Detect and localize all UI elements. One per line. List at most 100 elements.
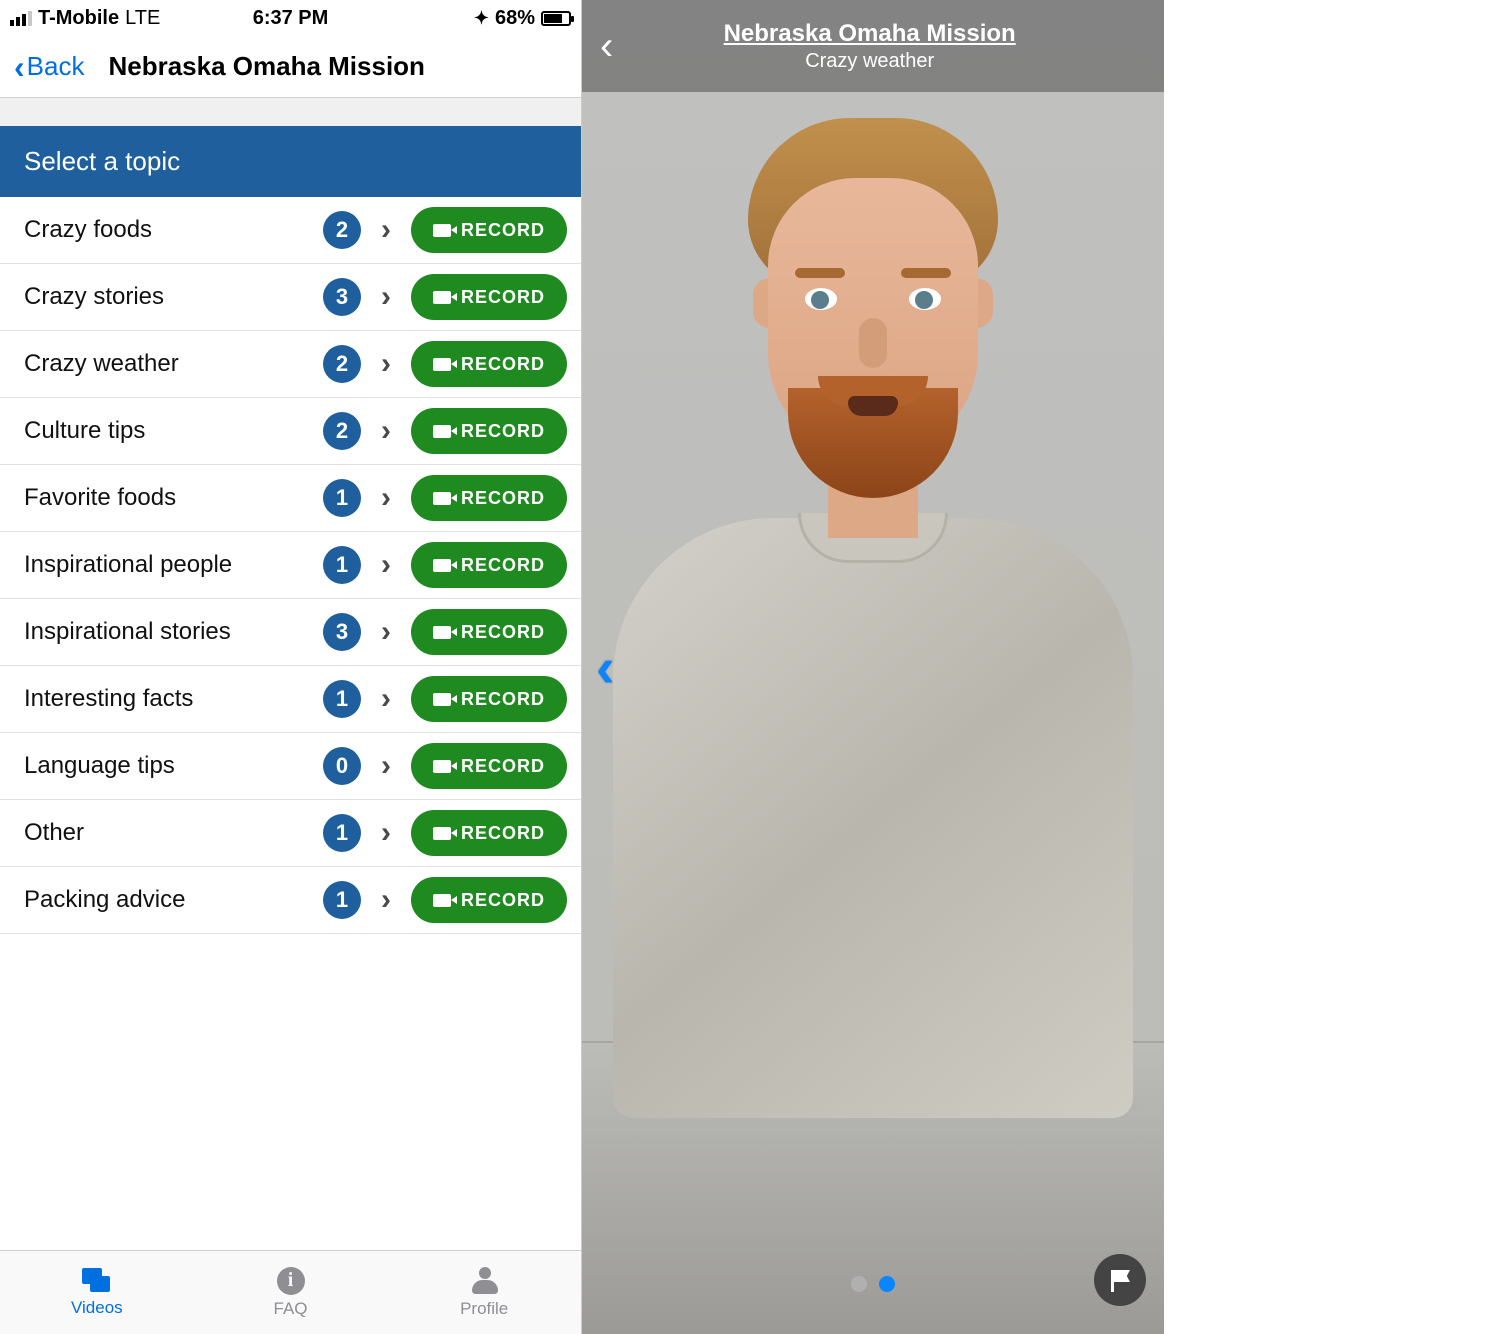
topic-row[interactable]: Culture tips 2 › RECORD xyxy=(0,398,581,465)
section-header: Select a topic xyxy=(0,126,581,197)
network-label: LTE xyxy=(125,7,160,30)
topics-screen: T-Mobile LTE 6:37 PM ✦ 68% ‹ Back Nebras… xyxy=(0,0,582,1334)
record-button[interactable]: RECORD xyxy=(411,877,567,923)
page-dot-1[interactable] xyxy=(879,1276,895,1292)
topic-label: Culture tips xyxy=(24,417,307,445)
bluetooth-icon: ✦ xyxy=(474,8,489,29)
record-button[interactable]: RECORD xyxy=(411,207,567,253)
video-header: ‹ Nebraska Omaha Mission Crazy weather xyxy=(582,0,1164,92)
camera-icon xyxy=(433,291,451,304)
topic-row[interactable]: Language tips0›RECORD xyxy=(0,733,581,800)
clock: 6:37 PM xyxy=(197,7,384,30)
signal-icon xyxy=(10,11,32,26)
carrier-label: T-Mobile xyxy=(38,7,119,30)
page-dot-0[interactable] xyxy=(851,1276,867,1292)
record-label: RECORD xyxy=(461,622,545,643)
record-label: RECORD xyxy=(461,890,545,911)
back-label: Back xyxy=(27,51,85,82)
camera-icon xyxy=(433,693,451,706)
topic-label: Inspirational stories xyxy=(24,618,307,646)
record-button[interactable]: RECORD xyxy=(411,609,567,655)
battery-percent: 68% xyxy=(495,7,535,30)
record-label: RECORD xyxy=(461,756,545,777)
record-button[interactable]: RECORD xyxy=(411,676,567,722)
count-badge: 0 xyxy=(323,747,361,785)
tab-faq[interactable]: i FAQ xyxy=(194,1251,388,1334)
person-placeholder xyxy=(613,118,1133,1098)
prev-video-button[interactable]: ‹ xyxy=(596,635,615,700)
video-frame[interactable] xyxy=(582,0,1164,1334)
chevron-right-icon: › xyxy=(377,816,395,850)
count-badge: 2 xyxy=(323,412,361,450)
topic-label: Other xyxy=(24,819,307,847)
tab-faq-label: FAQ xyxy=(274,1299,308,1319)
page-title: Nebraska Omaha Mission xyxy=(108,51,424,82)
camera-icon xyxy=(433,358,451,371)
topic-label: Interesting facts xyxy=(24,685,307,713)
record-label: RECORD xyxy=(461,488,545,509)
topic-row[interactable]: Inspirational people1›RECORD xyxy=(0,532,581,599)
chevron-right-icon: › xyxy=(377,615,395,649)
camera-icon xyxy=(433,626,451,639)
record-button[interactable]: RECORD xyxy=(411,341,567,387)
battery-icon xyxy=(541,11,571,26)
record-label: RECORD xyxy=(461,421,545,442)
record-label: RECORD xyxy=(461,220,545,241)
topic-label: Crazy foods xyxy=(24,216,307,244)
count-badge: 1 xyxy=(323,546,361,584)
record-label: RECORD xyxy=(461,287,545,308)
topic-row[interactable]: Other 1 › RECORD xyxy=(0,800,581,867)
record-button[interactable]: RECORD xyxy=(411,743,567,789)
topic-row[interactable]: Inspirational stories3›RECORD xyxy=(0,599,581,666)
topic-row[interactable]: Crazy stories3›RECORD xyxy=(0,264,581,331)
chevron-right-icon: › xyxy=(377,280,395,314)
camera-icon xyxy=(433,827,451,840)
spacer xyxy=(0,98,581,126)
topic-list[interactable]: Crazy foods2›RECORDCrazy stories3›RECORD… xyxy=(0,197,581,1250)
topic-label: Packing advice xyxy=(24,886,307,914)
record-label: RECORD xyxy=(461,555,545,576)
video-subtitle: Crazy weather xyxy=(593,50,1146,73)
info-icon: i xyxy=(277,1267,305,1295)
topic-row[interactable]: Crazy weather2›RECORD xyxy=(0,331,581,398)
camera-icon xyxy=(433,492,451,505)
tab-videos[interactable]: Videos xyxy=(0,1251,194,1334)
count-badge: 1 xyxy=(323,814,361,852)
record-label: RECORD xyxy=(461,689,545,710)
record-label: RECORD xyxy=(461,823,545,844)
video-screen: ‹ Nebraska Omaha Mission Crazy weather ‹ xyxy=(582,0,1164,1334)
record-button[interactable]: RECORD xyxy=(411,274,567,320)
camera-icon xyxy=(433,760,451,773)
topic-label: Inspirational people xyxy=(24,551,307,579)
back-button[interactable]: ‹ Back xyxy=(14,51,84,83)
topic-row[interactable]: Favorite foods1›RECORD xyxy=(0,465,581,532)
topic-row[interactable]: Packing advice1›RECORD xyxy=(0,867,581,934)
flag-icon xyxy=(1111,1270,1129,1290)
page-indicator[interactable] xyxy=(851,1276,895,1292)
chevron-right-icon: › xyxy=(377,414,395,448)
chevron-right-icon: › xyxy=(377,883,395,917)
record-button[interactable]: RECORD xyxy=(411,542,567,588)
record-button[interactable]: RECORD xyxy=(411,408,567,454)
camera-icon xyxy=(433,224,451,237)
tab-profile[interactable]: Profile xyxy=(387,1251,581,1334)
count-badge: 3 xyxy=(323,278,361,316)
topic-row[interactable]: Crazy foods2›RECORD xyxy=(0,197,581,264)
topic-row[interactable]: Interesting facts1›RECORD xyxy=(0,666,581,733)
camera-icon xyxy=(433,559,451,572)
videos-icon xyxy=(82,1268,112,1294)
chevron-left-icon: ‹ xyxy=(14,51,25,83)
video-title[interactable]: Nebraska Omaha Mission xyxy=(593,20,1146,48)
empty-space xyxy=(1164,0,1500,1334)
tab-profile-label: Profile xyxy=(460,1299,508,1319)
count-badge: 2 xyxy=(323,345,361,383)
chevron-right-icon: › xyxy=(377,481,395,515)
topic-label: Language tips xyxy=(24,752,307,780)
record-label: RECORD xyxy=(461,354,545,375)
camera-icon xyxy=(433,894,451,907)
record-button[interactable]: RECORD xyxy=(411,810,567,856)
topic-label: Crazy weather xyxy=(24,350,307,378)
flag-button[interactable] xyxy=(1094,1254,1146,1306)
record-button[interactable]: RECORD xyxy=(411,475,567,521)
nav-bar: ‹ Back Nebraska Omaha Mission xyxy=(0,36,581,98)
